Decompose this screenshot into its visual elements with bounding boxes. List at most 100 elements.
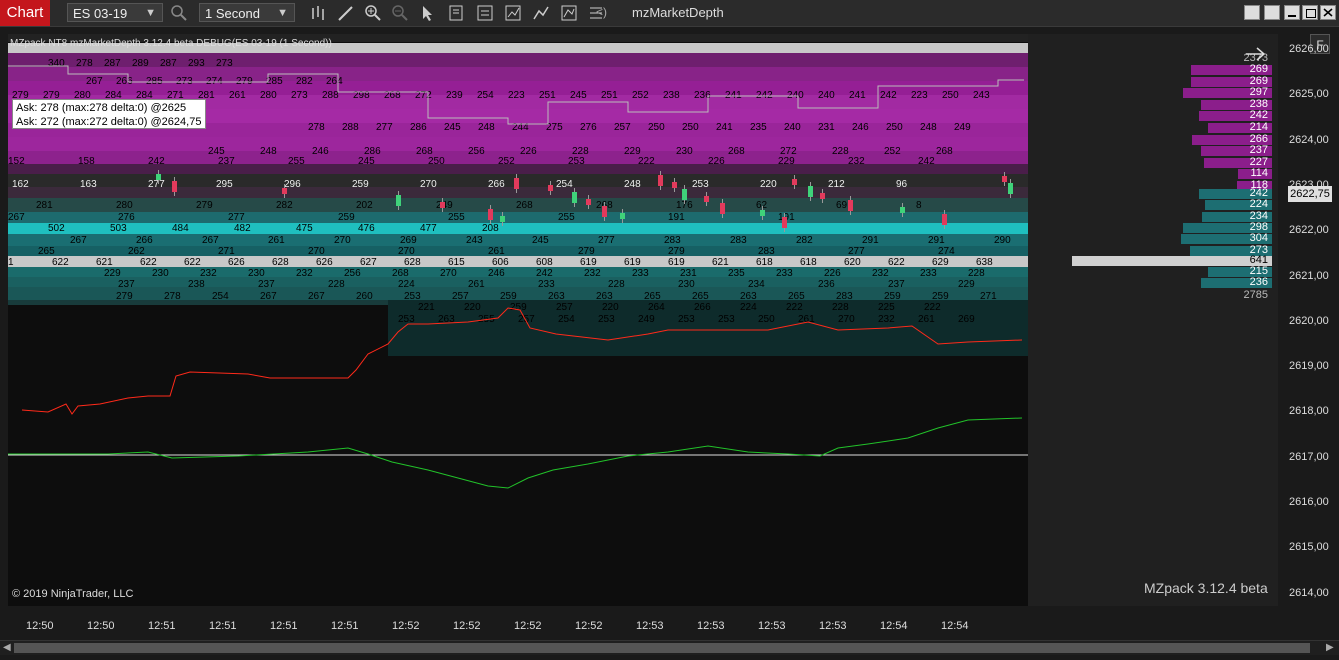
price-axis-label: 2624,00 (1289, 133, 1329, 146)
tile-icon[interactable] (1264, 5, 1280, 20)
minimize-icon[interactable] (1284, 5, 1300, 20)
delta-indicator-line (8, 417, 1023, 489)
price-axis-label: 2619,00 (1289, 360, 1329, 373)
candle-body (1002, 176, 1007, 182)
candle-body (440, 202, 445, 208)
candle-body (672, 182, 677, 188)
bar-type-icon[interactable] (309, 3, 329, 23)
instrument-selector[interactable]: ES 03-19 ▼ (67, 3, 163, 22)
time-axis-label: 12:50 (26, 620, 54, 632)
time-axis-label: 12:53 (819, 620, 847, 632)
chart-properties-icon[interactable] (531, 3, 551, 23)
search-icon[interactable] (169, 3, 189, 23)
dom-size-label: 234 (1249, 209, 1268, 222)
time-axis-label: 12:51 (331, 620, 359, 632)
candle-body (396, 195, 401, 206)
indicator-name: mzMarketDepth (632, 5, 724, 20)
arrow-right-icon[interactable] (1244, 44, 1268, 64)
time-axis-label: 12:54 (880, 620, 908, 632)
time-axis-label: 12:53 (758, 620, 786, 632)
candle-body (586, 199, 591, 205)
time-axis-label: 12:50 (87, 620, 115, 632)
dom-bottom-value: 2785 (1243, 289, 1268, 301)
chart-panel[interactable]: MZpack NT8 mzMarketDepth 3.12.4 beta DEB… (8, 34, 1028, 606)
price-axis-label: 2626,00 (1289, 43, 1329, 55)
time-axis-label: 12:52 (514, 620, 542, 632)
dom-size-label: 269 (1249, 74, 1268, 87)
candle-body (172, 181, 177, 192)
last-price-step-line (8, 65, 1024, 125)
close-icon[interactable] (1320, 5, 1336, 20)
dom-size-label: 236 (1249, 276, 1268, 289)
chart-toolbar: Chart ES 03-19 ▼ 1 Second ▼ <) mzMarketD… (0, 0, 1339, 27)
price-axis-label: 2622,00 (1289, 224, 1329, 237)
time-axis-label: 12:52 (453, 620, 481, 632)
candle-body (720, 203, 725, 214)
zoom-out-icon[interactable] (390, 3, 410, 23)
horizontal-scrollbar[interactable]: ◀ ▶ (0, 640, 1339, 655)
pointer-icon[interactable] (418, 3, 438, 23)
data-box-icon[interactable] (475, 3, 495, 23)
chevron-down-icon: ▼ (277, 7, 288, 19)
chevron-down-icon: ▼ (145, 7, 156, 19)
dom-size-label: 242 (1249, 109, 1268, 122)
candle-body (572, 192, 577, 203)
interval-selector[interactable]: 1 Second ▼ (199, 3, 295, 22)
dom-size-label: 266 (1249, 132, 1268, 145)
interval-selector-label: 1 Second (205, 6, 260, 21)
candle-body (900, 207, 905, 213)
candle-body (820, 193, 825, 199)
dom-size-label: 242 (1249, 187, 1268, 199)
price-axis-label: 2618,00 (1289, 405, 1329, 418)
dom-size-label: 214 (1249, 121, 1268, 133)
time-axis-label: 12:53 (636, 620, 664, 632)
candle-body (782, 217, 787, 228)
price-axis-label: 2620,00 (1289, 314, 1329, 327)
strategy-icon[interactable] (446, 3, 466, 23)
dom-size-label: 215 (1249, 265, 1268, 277)
maximize-icon[interactable] (1302, 5, 1318, 20)
candle-body (488, 209, 493, 220)
dom-size-label: 237 (1249, 144, 1268, 157)
dom-size-label: 227 (1249, 155, 1268, 168)
current-price-marker: 2622,75 (1288, 186, 1332, 202)
candle-body (514, 178, 519, 189)
time-axis-label: 12:51 (148, 620, 176, 632)
candle-body (1008, 183, 1013, 194)
time-axis-label: 12:53 (697, 620, 725, 632)
strategy-analyzer-icon[interactable] (559, 3, 579, 23)
candle-body (760, 210, 765, 216)
copyright-text: © 2019 NinjaTrader, LLC (12, 588, 134, 600)
dom-size-label: 304 (1249, 232, 1268, 245)
price-axis-label: 2615,00 (1289, 541, 1329, 554)
price-overlay (8, 65, 1028, 489)
price-axis-label: 2617,00 (1289, 450, 1329, 463)
price-indicator-line (21, 307, 1023, 415)
indicator-icon[interactable] (503, 3, 523, 23)
price-axis-label: 2621,00 (1289, 269, 1329, 282)
candle-body (156, 174, 161, 180)
candle-body (704, 196, 709, 202)
dom-panel: 2373 2785 269 269 297 238 242 214 266 237 227 114… (1028, 34, 1278, 606)
price-axis-label: 2616,00 (1289, 496, 1329, 508)
restore-icon[interactable] (1244, 5, 1260, 20)
instrument-selector-label: ES 03-19 (73, 6, 128, 21)
chart-tab[interactable]: Chart (0, 0, 50, 26)
candle-body (848, 200, 853, 211)
scroll-thumb[interactable] (14, 643, 1310, 653)
scroll-left-icon[interactable]: ◀ (3, 642, 11, 653)
candle-body (792, 179, 797, 185)
price-axis-label: 2625,00 (1289, 88, 1329, 101)
dom-size-label: 114 (1250, 167, 1268, 180)
price-axis-label: 2614,00 (1289, 586, 1329, 599)
time-axis-label: 12:54 (941, 620, 969, 632)
draw-icon[interactable] (336, 3, 356, 23)
dom-size-label: 297 (1249, 86, 1268, 99)
dom-size-label: 224 (1249, 198, 1268, 211)
zoom-in-icon[interactable] (363, 3, 383, 23)
time-axis-label: 12:52 (575, 620, 603, 632)
dom-size-label: 298 (1249, 220, 1268, 233)
time-axis-label: 12:51 (270, 620, 298, 632)
time-axis-label: 12:52 (392, 620, 420, 632)
scroll-right-icon[interactable]: ▶ (1326, 642, 1334, 653)
